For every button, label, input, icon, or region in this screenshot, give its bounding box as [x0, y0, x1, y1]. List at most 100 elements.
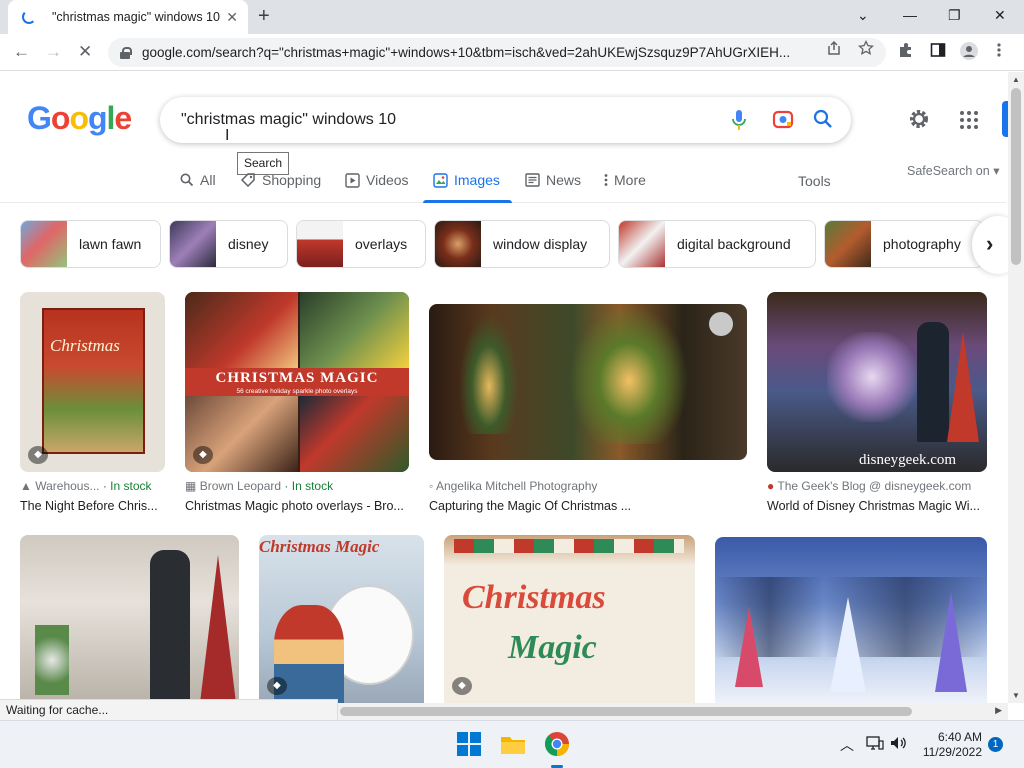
- minimize-button[interactable]: —: [903, 6, 917, 24]
- safesearch-dropdown[interactable]: SafeSearch on ▾: [907, 163, 999, 178]
- result-image-6[interactable]: Christmas Magic ◆: [259, 535, 424, 703]
- extensions-puzzle-icon[interactable]: [898, 42, 914, 58]
- book-title-overlay: Christmas Magic: [259, 537, 380, 556]
- castle-display: [827, 332, 917, 422]
- chip-digital-background[interactable]: digital background: [618, 220, 816, 268]
- chip-window-display[interactable]: window display: [434, 220, 610, 268]
- site-favicon-icon: ▲: [20, 479, 32, 493]
- google-logo[interactable]: Google: [27, 100, 132, 137]
- result-source-2[interactable]: ▦ Brown Leopard · In stock: [185, 479, 409, 493]
- address-bar[interactable]: google.com/search?q="christmas+magic"+wi…: [108, 38, 886, 67]
- windows-start-icon[interactable]: [456, 731, 482, 757]
- result-caption-1[interactable]: The Night Before Chris...: [20, 499, 165, 513]
- result-image-8[interactable]: [715, 537, 987, 703]
- system-clock[interactable]: 6:40 AM 11/29/2022: [912, 730, 982, 760]
- red-tree-shape: [200, 555, 236, 703]
- result-source-3[interactable]: ◦ Angelika Mitchell Photography: [429, 479, 747, 493]
- tab-videos[interactable]: Videos: [345, 172, 409, 188]
- result-image-3[interactable]: [429, 304, 747, 460]
- result-source-4[interactable]: ● The Geek's Blog @ disneygeek.com: [767, 479, 987, 493]
- tree-lights: [569, 304, 689, 444]
- result-image-5[interactable]: [20, 535, 239, 703]
- horizontal-scrollbar[interactable]: ▶: [338, 703, 1008, 720]
- browser-toolbar: ← → ✕ google.com/search?q="christmas+mag…: [0, 34, 1024, 71]
- chip-lawn-fawn[interactable]: lawn fawn: [20, 220, 161, 268]
- vertical-scrollbar[interactable]: ▲ ▼: [1008, 72, 1024, 703]
- horizontal-scroll-thumb[interactable]: [340, 707, 912, 716]
- search-input[interactable]: "christmas magic" windows 10: [181, 111, 396, 129]
- script-title-overlay: Christmas: [462, 579, 606, 616]
- chip-overlays[interactable]: overlays: [296, 220, 426, 268]
- chip-photography[interactable]: photography: [824, 220, 984, 268]
- lens-camera-icon[interactable]: [772, 108, 794, 130]
- forward-button[interactable]: →: [45, 42, 62, 62]
- status-bar: Waiting for cache...: [0, 699, 338, 720]
- result-image-4[interactable]: disneygeek.com: [767, 292, 987, 472]
- scroll-up-arrow-icon[interactable]: ▲: [1012, 75, 1020, 84]
- search-submit-icon[interactable]: [813, 108, 833, 130]
- product-tag-icon: ◆: [193, 446, 213, 464]
- tab-strip: "christmas magic" windows 10 - ✕ + ⌄ — ❐…: [0, 0, 1024, 34]
- lock-icon[interactable]: [120, 46, 132, 59]
- tab-close-icon[interactable]: ✕: [226, 9, 238, 25]
- stop-loading-button[interactable]: ✕: [78, 42, 92, 62]
- result-source-1[interactable]: ▲ Warehous... · In stock: [20, 479, 165, 493]
- decor-border: [454, 539, 684, 553]
- figure-silhouette: [917, 322, 949, 442]
- google-apps-icon[interactable]: [960, 111, 978, 129]
- collage-tile: [300, 396, 409, 472]
- tab-title: "christmas magic" windows 10 -: [52, 10, 220, 24]
- tab-search-button[interactable]: ⌄: [857, 6, 869, 24]
- collage-title-overlay: CHRISTMAS MAGIC: [215, 370, 379, 386]
- new-tab-button[interactable]: +: [258, 6, 270, 26]
- notification-badge[interactable]: 1: [988, 737, 1003, 752]
- caret-down-icon: ▾: [993, 164, 1000, 178]
- settings-gear-icon[interactable]: [907, 107, 931, 131]
- back-button[interactable]: ←: [13, 42, 30, 62]
- vertical-scroll-thumb[interactable]: [1011, 88, 1021, 265]
- result-caption-2[interactable]: Christmas Magic photo overlays - Bro...: [185, 499, 409, 513]
- tab-images[interactable]: Images: [433, 172, 500, 188]
- scroll-right-arrow-icon[interactable]: ▶: [995, 705, 1002, 716]
- tools-button[interactable]: Tools: [798, 173, 831, 189]
- chip-thumbnail: [297, 221, 343, 267]
- product-tag-icon: ◆: [28, 446, 48, 464]
- tab-shopping[interactable]: Shopping: [240, 172, 321, 188]
- voice-search-icon[interactable]: [731, 108, 747, 132]
- chrome-icon[interactable]: [544, 731, 570, 757]
- file-explorer-icon[interactable]: [500, 731, 526, 757]
- browser-tab-active[interactable]: "christmas magic" windows 10 - ✕: [8, 0, 248, 34]
- chip-thumbnail: [170, 221, 216, 267]
- bookmark-star-icon[interactable]: [858, 40, 874, 56]
- browser-menu-icon[interactable]: [996, 42, 1002, 58]
- network-icon[interactable]: [866, 735, 884, 751]
- more-icon: [604, 174, 608, 186]
- result-image-1[interactable]: Christmas ◆: [20, 292, 165, 472]
- tab-more[interactable]: More: [604, 172, 646, 188]
- restore-button[interactable]: ❐: [948, 6, 961, 24]
- image-icon: [433, 172, 448, 188]
- volume-icon[interactable]: [890, 735, 908, 751]
- loading-spinner-icon: [22, 10, 36, 24]
- snowy-tree-shape: [830, 597, 866, 692]
- site-favicon-icon: ◦: [429, 479, 434, 493]
- close-window-button[interactable]: ✕: [994, 6, 1006, 24]
- url-text[interactable]: google.com/search?q="christmas+magic"+wi…: [142, 45, 822, 60]
- search-type-tabs: All Shopping Videos Images News More Too…: [0, 163, 1006, 203]
- profile-avatar-icon[interactable]: [960, 42, 978, 60]
- search-box[interactable]: "christmas magic" windows 10: [160, 97, 851, 143]
- chip-thumbnail: [825, 221, 871, 267]
- result-caption-4[interactable]: World of Disney Christmas Magic Wi...: [767, 499, 987, 513]
- share-icon[interactable]: [826, 40, 842, 56]
- side-panel-icon[interactable]: [930, 42, 946, 58]
- result-caption-3[interactable]: Capturing the Magic Of Christmas ...: [429, 499, 747, 513]
- chip-disney[interactable]: disney: [169, 220, 288, 268]
- result-image-7[interactable]: Christmas Magic ◆: [444, 535, 695, 703]
- clock-date: 11/29/2022: [922, 745, 982, 759]
- product-tag-icon: ◆: [267, 677, 287, 695]
- result-image-2[interactable]: CHRISTMAS MAGIC 56 creative holiday spar…: [185, 292, 409, 472]
- tray-chevron-up-icon[interactable]: ︿: [840, 735, 854, 755]
- scroll-down-arrow-icon[interactable]: ▼: [1012, 691, 1020, 700]
- tab-news[interactable]: News: [525, 172, 581, 188]
- tab-all[interactable]: All: [180, 172, 216, 188]
